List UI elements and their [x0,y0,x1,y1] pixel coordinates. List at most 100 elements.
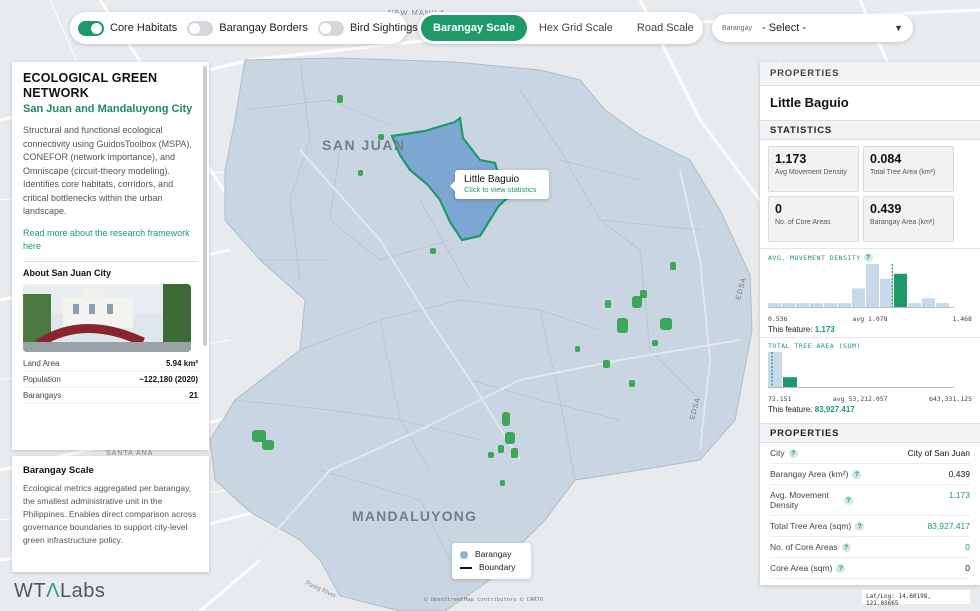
panel-title: ECOLOGICAL GREEN NETWORK [23,71,158,100]
stat-card-label: Barangay Area (km²) [870,219,935,226]
stat-card: 0.439 Barangay Area (km²) [863,196,954,242]
scrollbar[interactable] [203,66,207,346]
histogram-axis: 72.151 avg 53,212.057 643,331.125 [768,395,972,403]
help-icon[interactable]: ? [855,521,865,531]
histogram-title: TOTAL TREE AREA (SQM) [768,342,861,350]
statistics-header: STATISTICS [760,120,980,140]
panel-description: Structural and functional ecological con… [23,125,192,216]
property-row: Avg. Movement Density? 1.173 [770,485,970,516]
histogram-feature-value: This feature: 83,927.417 [768,405,855,414]
scale-tabs: Barangay Scale Hex Grid Scale Road Scale [418,12,703,44]
stat-value: 21 [189,390,198,400]
stat-card: 0.084 Total Tree Area (km²) [863,146,954,192]
divider [23,260,198,262]
map-legend: Barangay Boundary [452,543,531,579]
tooltip-subtitle[interactable]: Click to view statistics [464,185,540,194]
stat-value: 5.94 km² [165,358,198,368]
axis-min: 0.536 [768,315,788,323]
toggle-label: Core Habitats [110,22,178,34]
stat-label: Land Area [23,358,60,368]
scale-info-text: Ecological metrics aggregated per barang… [23,483,197,545]
research-framework-link[interactable]: Read more about the research framework h… [23,227,198,254]
stat-card: 1.173 Avg Movement Density [768,146,859,192]
coordinate-readout: Lat/Lng: 14.60198, 121.03665 [862,590,970,607]
tab-barangay-scale[interactable]: Barangay Scale [421,15,527,41]
stat-card-value: 1.173 [775,152,807,166]
stat-card: 0 No. of Core Areas [768,196,859,242]
tab-hex-grid-scale[interactable]: Hex Grid Scale [527,15,625,41]
toggle-barangay-borders[interactable]: Barangay Borders [187,20,308,36]
toggle-label: Barangay Borders [219,22,308,34]
histogram-bar [880,278,893,308]
label-mandaluyong: MANDALUYONG [352,508,477,524]
stat-card-value: 0.084 [870,152,902,166]
map-attribution[interactable]: © OpenStreetMap contributors © CARTO [424,597,543,603]
stat-row: Population ~122,180 (2020) [23,372,198,388]
stat-row: Barangays 21 [23,388,198,404]
histogram-movement-density: AVG. MOVEMENT DENSITY ? 0.536 avg 1.078 … [760,248,980,337]
layer-toggles: Core Habitats Barangay Borders Bird Sigh… [70,12,418,44]
label-san-juan: SAN JUAN [322,137,406,153]
stat-card-label: No. of Core Areas [775,219,831,226]
select-value[interactable]: - Select - [762,22,894,34]
feature-name: Little Baguio [770,95,849,110]
axis-avg: avg 1.078 [852,315,888,323]
properties-section-header: PROPERTIES [760,423,980,443]
chevron-down-icon[interactable]: ▼ [894,23,903,33]
about-title: About San Juan City [23,267,112,278]
property-row: Core Area (sqm)? 0 [770,558,970,579]
stat-card-label: Avg Movement Density [775,169,847,176]
help-icon[interactable]: ? [852,469,862,479]
tab-road-scale[interactable]: Road Scale [625,15,706,41]
property-row: No. of Core Areas? 0 [770,537,970,558]
stat-label: Barangays [23,390,62,400]
legend-item-boundary: Boundary [460,561,523,574]
panel-subtitle: San Juan and Mandaluyong City [23,103,193,115]
axis-max: 1.468 [952,315,972,323]
histogram-bar [783,377,797,388]
legend-swatch [460,550,468,559]
help-icon[interactable]: ? [836,563,846,573]
stat-row: Land Area 5.94 km² [23,356,198,372]
select-label: Barangay [722,24,752,32]
properties-header: PROPERTIES [760,62,980,86]
map-tooltip[interactable]: Little Baguio Click to view statistics [450,170,549,199]
help-icon[interactable]: ? [841,542,851,552]
histogram-title: AVG. MOVEMENT DENSITY ? [768,253,972,262]
histogram-chart [768,264,954,308]
legend-label: Barangay [475,549,512,559]
legend-line [460,566,472,569]
axis-max: 643,331.125 [928,395,972,403]
toggle-label: Bird Sightings [349,22,418,34]
axis-min: 72.151 [768,395,792,403]
property-row: Barangay Area (km²)? 0.439 [770,464,970,485]
barangay-select[interactable]: Barangay - Select - ▼ [712,14,913,42]
help-icon[interactable]: ? [788,448,798,458]
wta-labs-logo: WTΛLabs [14,580,106,602]
toggle-core-habitats[interactable]: Core Habitats [78,20,178,36]
stat-value: ~122,180 (2020) [139,374,198,384]
property-row: Total Tree Area (sqm)? 83,927.417 [770,516,970,537]
toggle-bird-sightings[interactable]: Bird Sightings [317,20,418,36]
histogram-feature-value: This feature: 1.173 [768,325,835,334]
toggle-switch[interactable] [187,20,214,36]
toggle-switch[interactable] [78,20,104,36]
help-icon[interactable]: ? [863,253,873,262]
histogram-bar [852,288,865,308]
stat-card-value: 0 [775,202,782,216]
histogram-bar [894,273,907,308]
histogram-bar [768,352,782,388]
histogram-bar [866,264,879,308]
toggle-switch[interactable] [317,20,344,36]
histogram-axis: 0.536 avg 1.078 1.468 [768,315,972,323]
help-icon[interactable]: ? [844,495,853,505]
tooltip-title: Little Baguio [464,174,520,185]
stat-cards: 1.173 Avg Movement Density 0.084 Total T… [760,140,980,248]
properties-panel: PROPERTIES Little Baguio STATISTICS 1.17… [760,62,980,585]
histogram-bar [922,298,935,308]
scale-info-title: Barangay Scale [23,465,94,476]
stat-card-value: 0.439 [870,202,902,216]
axis-avg: avg 53,212.057 [832,395,888,403]
city-photo [23,283,191,352]
legend-item-barangay: Barangay [460,548,523,561]
